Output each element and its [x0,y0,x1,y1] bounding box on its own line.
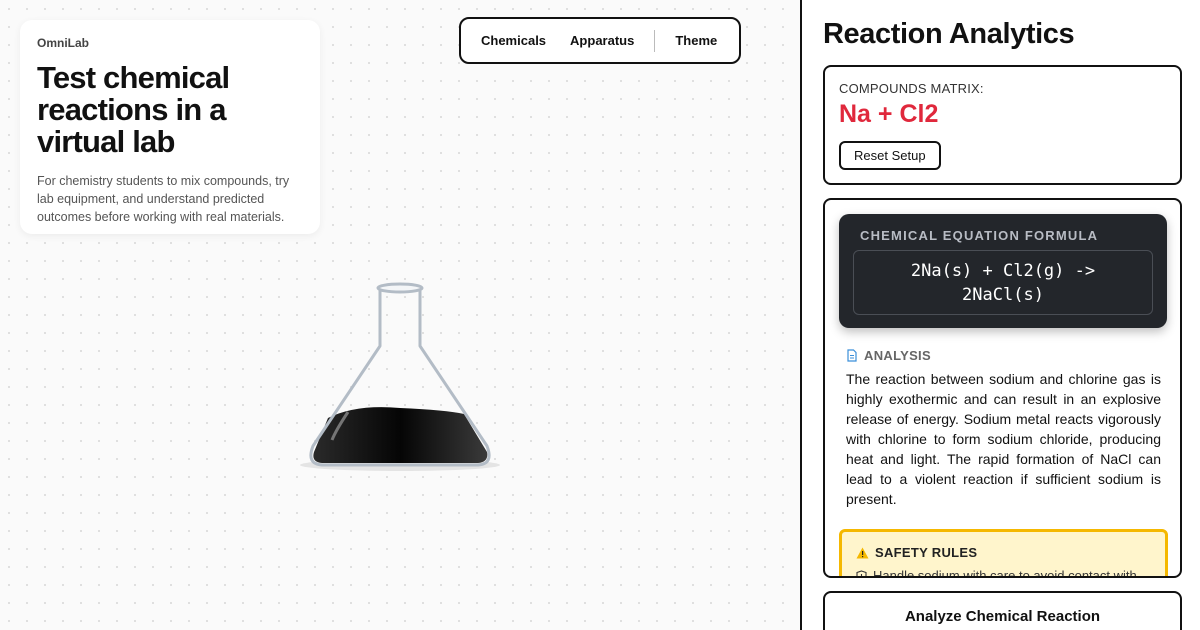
theme-button[interactable]: Theme [663,33,729,48]
chemicals-button[interactable]: Chemicals [469,33,558,48]
document-icon [847,349,857,362]
warning-icon [856,547,869,558]
safety-item: Handle sodium with care to avoid contact… [856,568,1151,578]
analysis-label: ANALYSIS [864,348,931,363]
safety-item-text: Handle sodium with care to avoid contact… [873,568,1137,578]
apparatus-button[interactable]: Apparatus [558,33,646,48]
flask-liquid [313,407,488,463]
panel-title: Reaction Analytics [823,18,1075,50]
page-description: For chemistry students to mix compounds,… [37,174,290,224]
lab-canvas[interactable]: OmniLab Test chemical reactions in a vir… [0,0,800,630]
analytics-panel: Reaction Analytics COMPOUNDS MATRIX: Na … [800,0,1200,630]
compounds-value: Na + Cl2 [839,100,939,128]
compounds-label: COMPOUNDS MATRIX: [839,81,984,96]
analyze-reaction-button[interactable]: Analyze Chemical Reaction [823,591,1182,630]
compounds-box: COMPOUNDS MATRIX: Na + Cl2 Reset Setup [823,65,1182,185]
brand-name: OmniLab [37,36,90,50]
shield-icon [856,569,867,576]
lab-toolbar: Chemicals Apparatus Theme [459,17,741,64]
safety-label: SAFETY RULES [875,545,978,560]
toolbar-divider [654,29,656,52]
formula-label: CHEMICAL EQUATION FORMULA [860,228,1099,243]
formula-text: 2Na(s) + Cl2(g) -> 2NaCl(s) [853,250,1153,315]
safety-header: SAFETY RULES [856,545,1151,560]
erlenmeyer-flask[interactable] [296,280,506,480]
analysis-text: The reaction between sodium and chlorine… [846,371,1161,507]
analysis-header: ANALYSIS [846,348,931,363]
flask-rim [376,282,424,294]
analysis-box[interactable]: CHEMICAL EQUATION FORMULA 2Na(s) + Cl2(g… [823,198,1182,578]
safety-rules: SAFETY RULES Handle sodium with care to … [839,529,1168,578]
formula-card: CHEMICAL EQUATION FORMULA 2Na(s) + Cl2(g… [839,214,1167,328]
intro-card: OmniLab Test chemical reactions in a vir… [20,20,320,234]
reset-setup-button[interactable]: Reset Setup [839,141,941,170]
page-headline: Test chemical reactions in a virtual lab [37,60,230,159]
